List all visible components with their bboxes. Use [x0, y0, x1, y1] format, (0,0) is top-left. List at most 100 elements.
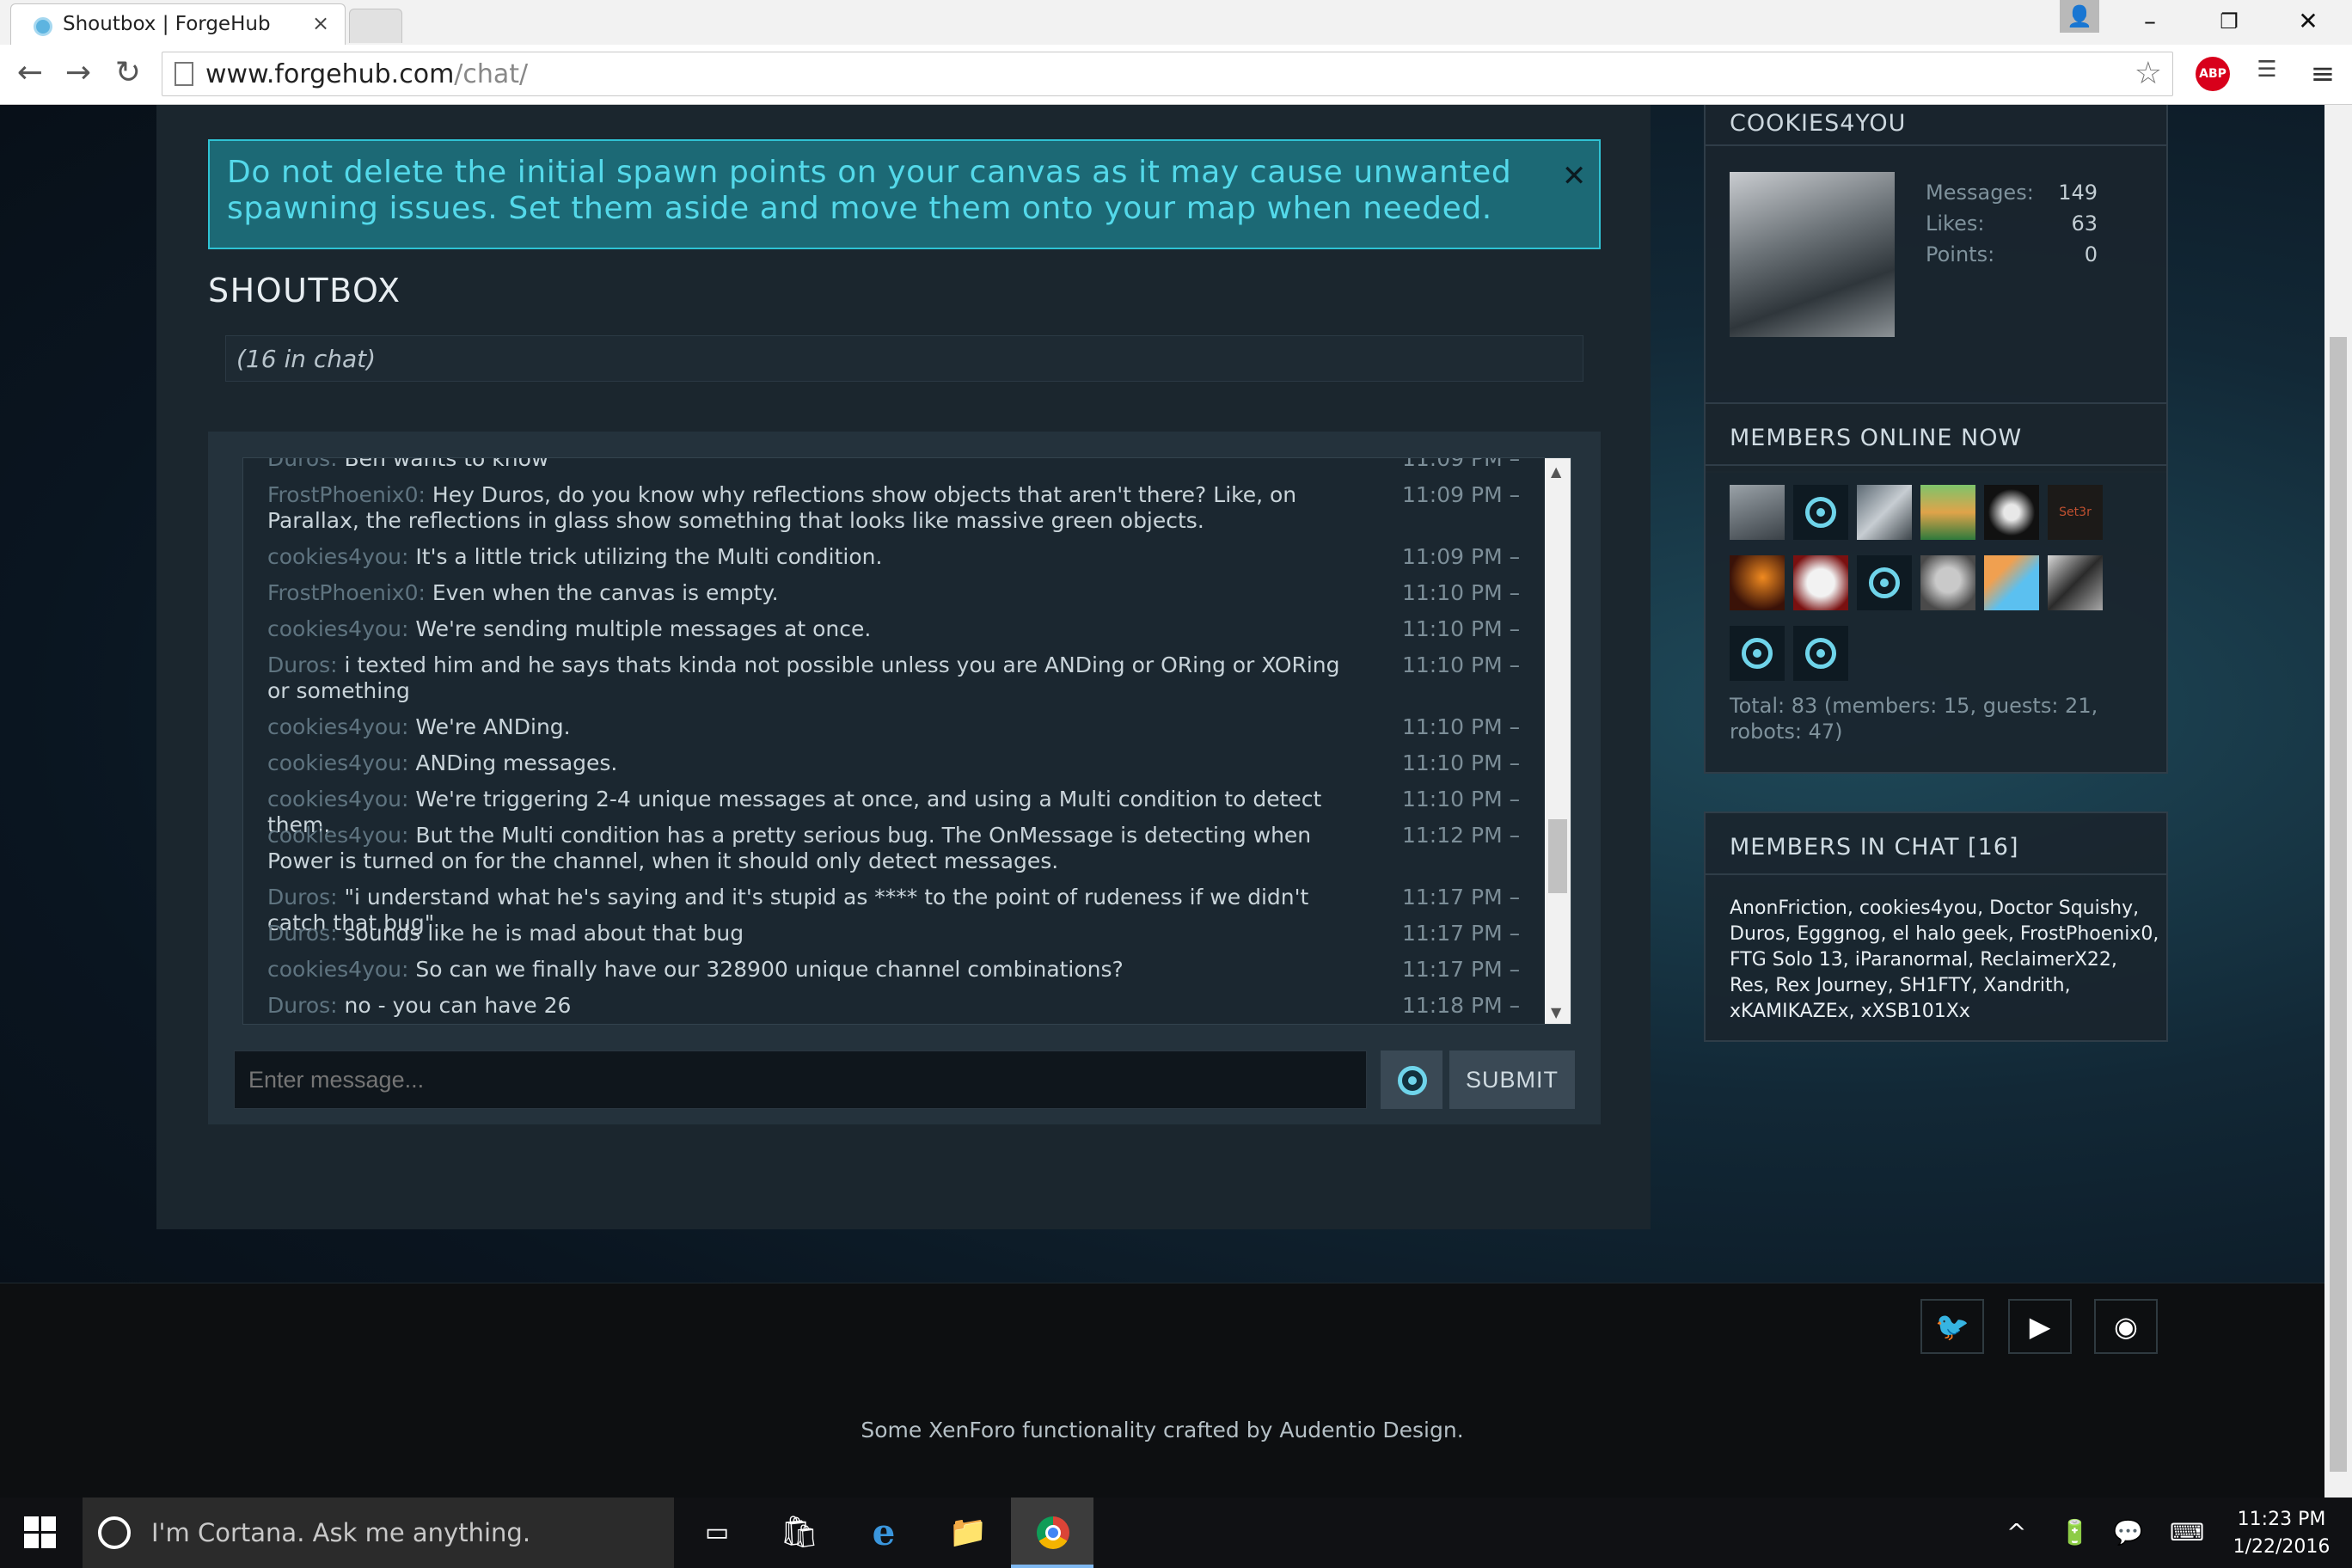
members-online-total: Total: 83 (members: 15, guests: 21, robo…	[1730, 694, 2098, 744]
stat-value[interactable]: 63	[2071, 208, 2098, 239]
rss-icon[interactable]: ◉	[2094, 1299, 2158, 1354]
page-scroll-thumb[interactable]	[2330, 337, 2347, 1472]
message-text: It's a little trick utilizing the Multi …	[415, 544, 883, 569]
bookmark-star-icon[interactable]: ☆	[2135, 56, 2162, 91]
task-view-icon[interactable]: ▭	[676, 1498, 758, 1568]
minimize-button[interactable]: –	[2111, 0, 2189, 43]
notifications-icon[interactable]: 💬	[2113, 1518, 2143, 1547]
message-user[interactable]: cookies4you:	[267, 823, 408, 848]
message-input[interactable]	[234, 1050, 1367, 1109]
cortana-search-box[interactable]: I'm Cortana. Ask me anything.	[83, 1498, 674, 1568]
member-avatar[interactable]: Set3r	[2048, 485, 2103, 540]
stat-label: Likes:	[1926, 211, 1985, 236]
notice-close-icon[interactable]: ✕	[1562, 158, 1587, 194]
message-user[interactable]: Duros:	[267, 885, 338, 910]
notice-text: Do not delete the initial spawn points o…	[227, 155, 1512, 226]
message-text: We're sending multiple messages at once.	[415, 616, 872, 641]
power-icon[interactable]: 🔋	[2060, 1518, 2090, 1547]
member-avatar[interactable]	[1730, 626, 1785, 681]
member-avatar[interactable]	[1793, 485, 1848, 540]
message-time: 11:10 PM –	[1402, 616, 1521, 641]
chrome-taskbar-button[interactable]	[1011, 1498, 1093, 1568]
address-bar[interactable]: www.forgehub.com/chat/ ☆	[162, 52, 2173, 96]
smilie-icon	[1398, 1066, 1427, 1095]
chat-message: cookies4you: ANDing messages. 11:10 PM –	[267, 750, 1520, 776]
message-user[interactable]: cookies4you:	[267, 957, 408, 982]
member-avatar[interactable]	[1984, 555, 2039, 610]
notice-banner: Do not delete the initial spawn points o…	[208, 139, 1601, 249]
member-avatar[interactable]	[1793, 555, 1848, 610]
message-time: 11:18 PM –	[1402, 993, 1521, 1018]
chat-count: (16 in chat)	[225, 335, 1583, 382]
footer-credit[interactable]: Some XenForo functionality crafted by Au…	[0, 1418, 2324, 1442]
edge-icon[interactable]: e	[842, 1498, 925, 1568]
message-user[interactable]: cookies4you:	[267, 787, 408, 812]
file-explorer-icon[interactable]: 📁	[927, 1498, 1009, 1568]
url-host: www.forgehub.com	[205, 59, 455, 89]
twitter-icon[interactable]: 🐦	[1920, 1299, 1984, 1354]
scroll-down-arrow-icon[interactable]: ▼	[1551, 1004, 1561, 1020]
member-avatar[interactable]	[1857, 485, 1912, 540]
reload-icon[interactable]: ↻	[107, 55, 150, 90]
page-viewport: Do not delete the initial spawn points o…	[0, 105, 2324, 1498]
message-time: 11:10 PM –	[1402, 750, 1521, 775]
new-tab-button[interactable]	[349, 9, 402, 43]
smilies-button[interactable]	[1381, 1050, 1442, 1109]
restore-button[interactable]: ❐	[2190, 0, 2268, 43]
member-avatar[interactable]	[1984, 485, 2039, 540]
profile-person-icon[interactable]: 👤	[2060, 0, 2099, 33]
chat-input-row: SUBMIT	[234, 1050, 1575, 1109]
youtube-icon[interactable]: ▶	[2008, 1299, 2072, 1354]
chat-message: FrostPhoenix0: Even when the canvas is e…	[267, 580, 1520, 606]
tray-chevron-icon[interactable]: ^	[2006, 1518, 2026, 1547]
username[interactable]: COOKIES4YOU	[1730, 110, 1906, 137]
tab-close-icon[interactable]: ×	[312, 11, 329, 35]
clock-date: 1/22/2016	[2233, 1536, 2331, 1558]
system-clock[interactable]: 11:23 PM 1/22/2016	[2221, 1506, 2342, 1561]
chat-message: cookies4you: It's a little trick utilizi…	[267, 544, 1520, 570]
member-avatar[interactable]	[1793, 626, 1848, 681]
message-user[interactable]: cookies4you:	[267, 750, 408, 775]
url-text: www.forgehub.com/chat/	[205, 59, 528, 89]
stat-value[interactable]: 0	[2085, 239, 2098, 270]
browser-tab-active[interactable]: Shoutbox | ForgeHub ×	[10, 3, 346, 45]
message-user[interactable]: Duros:	[267, 652, 338, 677]
page-scrollbar[interactable]	[2324, 105, 2352, 1498]
members-online-panel: MEMBERS ONLINE NOW Set3r Total: 83 (memb…	[1704, 402, 2168, 774]
back-arrow-icon[interactable]: ←	[9, 55, 52, 90]
forward-arrow-icon[interactable]: →	[57, 55, 100, 90]
scroll-up-arrow-icon[interactable]: ▲	[1551, 463, 1561, 480]
members-in-chat-panel: MEMBERS IN CHAT [16] AnonFriction, cooki…	[1704, 812, 2168, 1042]
adblock-plus-icon[interactable]: ABP	[2196, 57, 2230, 91]
member-avatar[interactable]	[1730, 485, 1785, 540]
members-in-chat-list[interactable]: AnonFriction, cookies4you, Doctor Squish…	[1730, 896, 2159, 1025]
chat-messages[interactable]: Duros: Ben wants to know 11:09 PM – Fros…	[242, 457, 1571, 1025]
message-user[interactable]: Duros:	[267, 458, 338, 471]
keyboard-icon[interactable]: ⌨	[2170, 1518, 2204, 1547]
message-user[interactable]: cookies4you:	[267, 616, 408, 641]
avatar[interactable]	[1730, 172, 1895, 337]
message-user[interactable]: FrostPhoenix0:	[267, 482, 426, 507]
member-avatar[interactable]	[1920, 485, 1975, 540]
chrome-menu-icon[interactable]: ≡	[2307, 57, 2338, 91]
page-title: SHOUTBOX	[208, 272, 401, 309]
windows-start-icon[interactable]	[24, 1516, 57, 1549]
chat-scrollbar[interactable]: ▲ ▼	[1545, 458, 1571, 1024]
message-user[interactable]: cookies4you:	[267, 714, 408, 739]
member-avatar[interactable]	[2048, 555, 2103, 610]
member-avatar[interactable]	[1730, 555, 1785, 610]
member-avatar[interactable]	[1857, 555, 1912, 610]
store-icon[interactable]: 🛍	[758, 1498, 841, 1568]
user-stats: Messages: 149 Likes: 63 Points: 0	[1926, 177, 2098, 270]
submit-button[interactable]: SUBMIT	[1449, 1050, 1575, 1109]
message-user[interactable]: Duros:	[267, 993, 338, 1018]
message-user[interactable]: FrostPhoenix0:	[267, 580, 426, 605]
stat-value[interactable]: 149	[2058, 177, 2098, 208]
member-avatar[interactable]	[1920, 555, 1975, 610]
chat-scroll-thumb[interactable]	[1548, 819, 1567, 893]
message-user[interactable]: cookies4you:	[267, 544, 408, 569]
close-window-button[interactable]: ✕	[2269, 0, 2347, 43]
extension-list-icon[interactable]: ☰	[2252, 57, 2282, 91]
message-user[interactable]: Duros:	[267, 921, 338, 946]
message-text: Ben wants to know	[344, 457, 549, 471]
